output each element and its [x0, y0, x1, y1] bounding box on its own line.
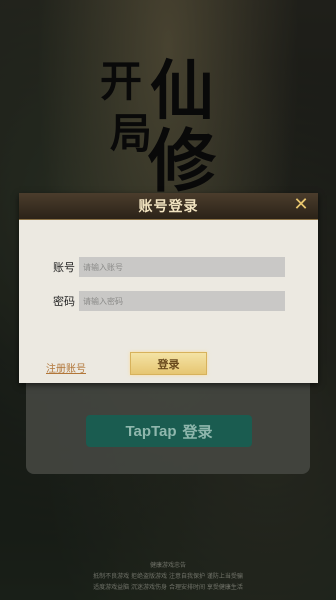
account-login-dialog: 账号登录 ✕ 账号 密码 注册账号 登录 [19, 193, 318, 383]
account-row: 账号 [19, 257, 285, 277]
taptap-login-label: 登录 [182, 423, 213, 441]
health-notice-title: 健康游戏忠告 [149, 562, 186, 569]
password-label: 密码 [53, 295, 75, 308]
dialog-title: 账号登录 [138, 199, 199, 215]
register-account-link[interactable]: 注册账号 [46, 360, 86, 375]
health-notice: 健康游戏忠告 抵制不良游戏 拒绝盗版游戏 注意自我保护 谨防上当受骗 适度游戏益… [0, 560, 336, 593]
password-input[interactable] [79, 291, 285, 311]
health-notice-line-2: 适度游戏益脑 沉迷游戏伤身 合理安排时间 享受健康生活 [93, 584, 243, 591]
password-row: 密码 [19, 291, 285, 311]
login-button[interactable]: 登录 [130, 352, 207, 375]
close-icon[interactable]: ✕ [292, 196, 310, 214]
account-label: 账号 [53, 261, 75, 274]
taptap-logo: TapTap [125, 422, 177, 440]
account-input[interactable] [79, 257, 285, 277]
dialog-header: 账号登录 ✕ [19, 193, 318, 220]
health-notice-line-1: 抵制不良游戏 拒绝盗版游戏 注意自我保护 谨防上当受骗 [93, 573, 243, 580]
taptap-login-button[interactable]: TapTap 登录 [86, 415, 252, 447]
